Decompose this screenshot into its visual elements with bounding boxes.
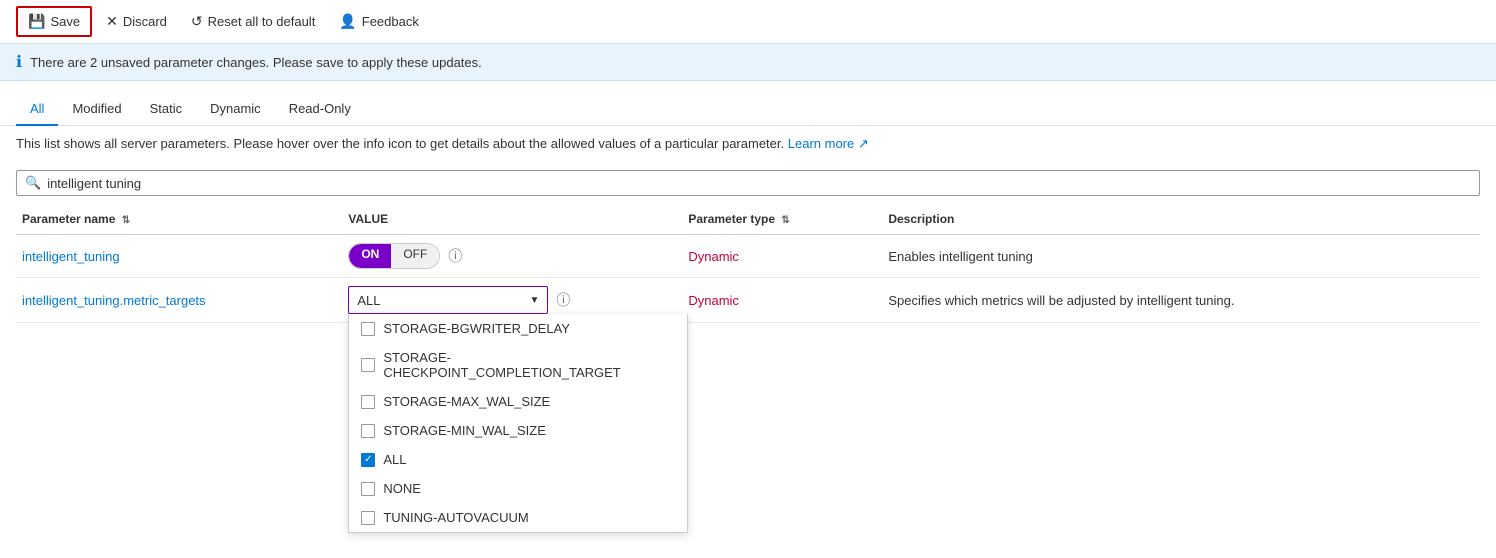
param-name-cell: intelligent_tuning xyxy=(16,235,342,278)
dropdown-item-label-4: ALL xyxy=(383,452,406,467)
tab-readonly[interactable]: Read-Only xyxy=(275,93,365,126)
dropdown-item-5[interactable]: NONE xyxy=(349,474,687,503)
param-info-icon-1[interactable]: ⓘ xyxy=(448,246,462,266)
param-type-cell-2: Dynamic xyxy=(682,278,882,323)
param-type-cell-1: Dynamic xyxy=(682,235,882,278)
checkbox-3 xyxy=(361,424,375,438)
table-container: Parameter name ⇅ VALUE Parameter type ⇅ … xyxy=(0,204,1496,323)
dropdown-item-label-2: STORAGE-MAX_WAL_SIZE xyxy=(383,394,550,409)
col-header-name: Parameter name ⇅ xyxy=(16,204,342,235)
dropdown-item-6[interactable]: TUNING-AUTOVACUUM xyxy=(349,503,687,532)
dropdown-item-1[interactable]: STORAGE-CHECKPOINT_COMPLETION_TARGET xyxy=(349,343,687,387)
param-info-icon-2[interactable]: ⓘ xyxy=(556,290,570,310)
dropdown-item-label-5: NONE xyxy=(383,481,421,496)
search-icon: 🔍 xyxy=(25,175,41,191)
tab-modified[interactable]: Modified xyxy=(58,93,135,126)
dropdown-select[interactable]: ALL ▼ xyxy=(348,286,548,314)
param-type-label-1: Dynamic xyxy=(688,249,739,264)
search-input[interactable] xyxy=(47,176,1471,191)
dropdown-item-2[interactable]: STORAGE-MAX_WAL_SIZE xyxy=(349,387,687,416)
save-button[interactable]: 💾 Save xyxy=(16,6,92,37)
checkbox-2 xyxy=(361,395,375,409)
dropdown-container: ALL ▼ STORAGE-BGWRITER_DELAY xyxy=(348,286,548,314)
param-table: Parameter name ⇅ VALUE Parameter type ⇅ … xyxy=(16,204,1480,323)
dropdown-menu: STORAGE-BGWRITER_DELAY STORAGE-CHECKPOIN… xyxy=(348,314,688,533)
dropdown-item-label-1: STORAGE-CHECKPOINT_COMPLETION_TARGET xyxy=(383,350,675,380)
reset-icon: ↺ xyxy=(191,13,203,30)
param-name-cell-2: intelligent_tuning.metric_targets xyxy=(16,278,342,323)
checkbox-5 xyxy=(361,482,375,496)
tabs-area: All Modified Static Dynamic Read-Only xyxy=(0,81,1496,126)
param-description-1: Enables intelligent tuning xyxy=(888,249,1033,264)
feedback-button[interactable]: 👤 Feedback xyxy=(329,8,429,35)
col-header-type: Parameter type ⇅ xyxy=(682,204,882,235)
info-banner: ℹ There are 2 unsaved parameter changes.… xyxy=(0,44,1496,81)
param-value-cell-1: ON OFF ⓘ xyxy=(342,235,682,278)
description-text: This list shows all server parameters. P… xyxy=(0,126,1496,162)
param-value-cell-2: ALL ▼ STORAGE-BGWRITER_DELAY xyxy=(342,278,682,323)
learn-more-link[interactable]: Learn more ↗ xyxy=(788,136,869,151)
toggle-group: ON OFF ⓘ xyxy=(348,243,676,269)
checkbox-6 xyxy=(361,511,375,525)
tab-static[interactable]: Static xyxy=(136,93,197,126)
table-row: intelligent_tuning ON OFF ⓘ Dynamic En xyxy=(16,235,1480,278)
dropdown-item-label-0: STORAGE-BGWRITER_DELAY xyxy=(383,321,570,336)
reset-label: Reset all to default xyxy=(208,14,316,29)
col-header-description: Description xyxy=(882,204,1480,235)
tabs: All Modified Static Dynamic Read-Only xyxy=(16,93,1480,125)
table-row: intelligent_tuning.metric_targets ALL ▼ xyxy=(16,278,1480,323)
toolbar: 💾 Save ✕ Discard ↺ Reset all to default … xyxy=(0,0,1496,44)
table-header-row: Parameter name ⇅ VALUE Parameter type ⇅ … xyxy=(16,204,1480,235)
description-body: This list shows all server parameters. P… xyxy=(16,136,784,151)
info-icon: ℹ xyxy=(16,52,22,72)
param-desc-cell-1: Enables intelligent tuning xyxy=(882,235,1480,278)
discard-label: Discard xyxy=(123,14,167,29)
save-label: Save xyxy=(50,14,80,29)
discard-icon: ✕ xyxy=(106,13,118,30)
toggle-off-label: OFF xyxy=(391,244,439,268)
param-desc-cell-2: Specifies which metrics will be adjusted… xyxy=(882,278,1480,323)
feedback-label: Feedback xyxy=(362,14,419,29)
tab-dynamic[interactable]: Dynamic xyxy=(196,93,275,126)
search-area: 🔍 xyxy=(0,162,1496,204)
sort-type-icon[interactable]: ⇅ xyxy=(781,215,789,226)
col-header-value: VALUE xyxy=(342,204,682,235)
dropdown-item-3[interactable]: STORAGE-MIN_WAL_SIZE xyxy=(349,416,687,445)
param-description-2: Specifies which metrics will be adjusted… xyxy=(888,293,1234,308)
reset-button[interactable]: ↺ Reset all to default xyxy=(181,8,325,35)
banner-message: There are 2 unsaved parameter changes. P… xyxy=(30,55,482,70)
dropdown-item-0[interactable]: STORAGE-BGWRITER_DELAY xyxy=(349,314,687,343)
sort-name-icon[interactable]: ⇅ xyxy=(122,215,130,226)
learn-more-label: Learn more xyxy=(788,136,854,151)
feedback-icon: 👤 xyxy=(339,13,356,30)
dropdown-arrow-icon: ▼ xyxy=(529,295,539,306)
checkbox-0 xyxy=(361,322,375,336)
dropdown-value-label: ALL xyxy=(357,293,380,308)
checkbox-4: ✓ xyxy=(361,453,375,467)
dropdown-item-label-3: STORAGE-MIN_WAL_SIZE xyxy=(383,423,546,438)
param-name-link-1[interactable]: intelligent_tuning xyxy=(22,249,120,264)
checkbox-1 xyxy=(361,358,375,372)
dropdown-item-label-6: TUNING-AUTOVACUUM xyxy=(383,510,528,525)
param-type-label-2: Dynamic xyxy=(688,293,739,308)
discard-button[interactable]: ✕ Discard xyxy=(96,8,177,35)
save-icon: 💾 xyxy=(28,13,45,30)
tab-all[interactable]: All xyxy=(16,93,58,126)
param-name-link-2[interactable]: intelligent_tuning.metric_targets xyxy=(22,293,206,308)
search-box: 🔍 xyxy=(16,170,1480,196)
toggle-on-label: ON xyxy=(349,244,391,268)
toggle-switch[interactable]: ON OFF xyxy=(348,243,440,269)
dropdown-item-4[interactable]: ✓ ALL xyxy=(349,445,687,474)
